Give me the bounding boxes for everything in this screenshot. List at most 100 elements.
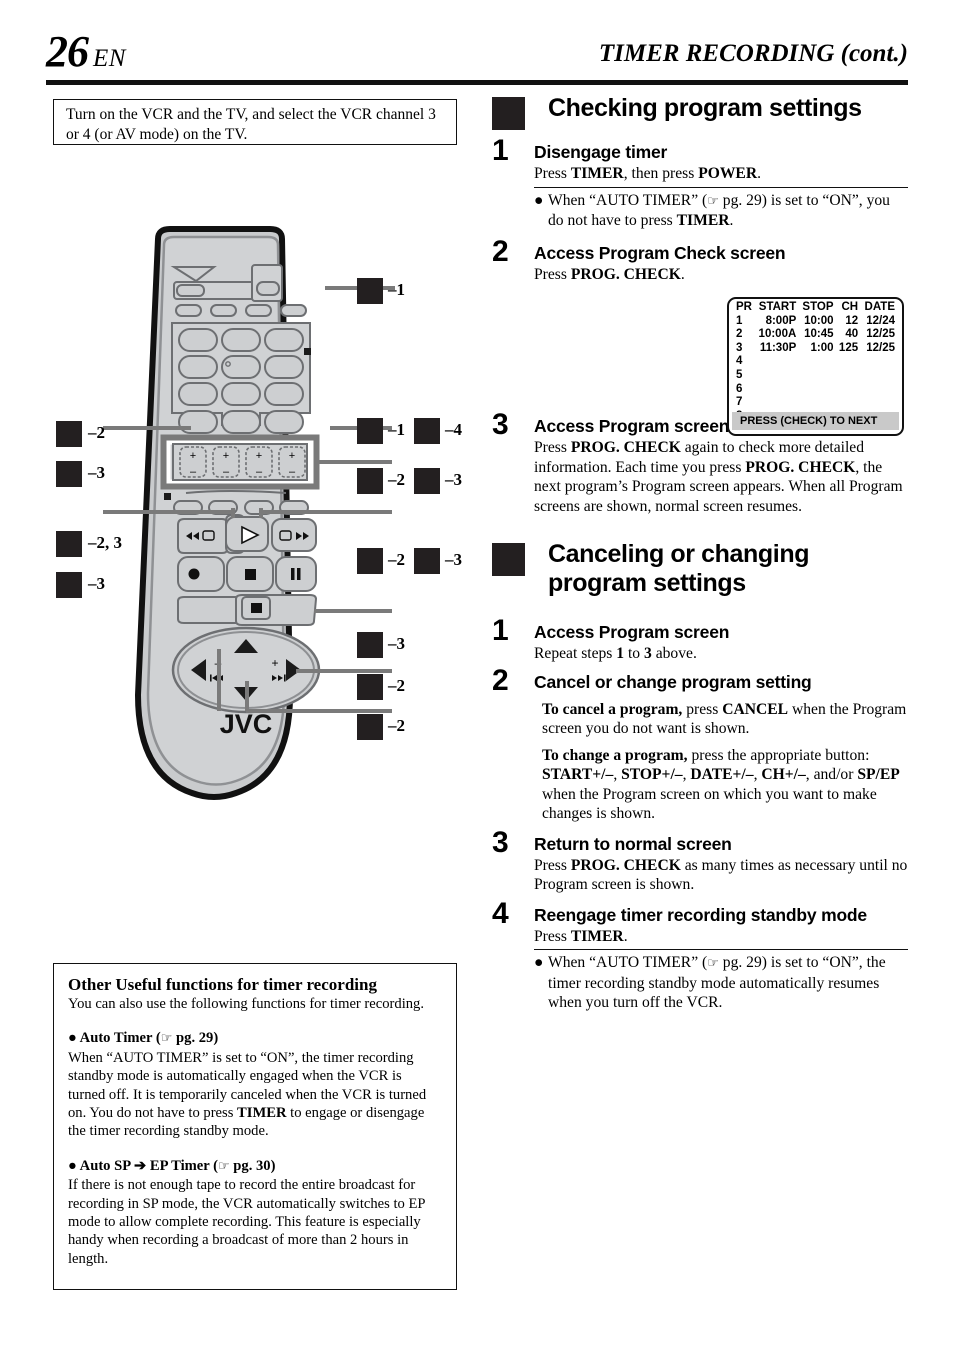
section-header-canceling: Canceling or changing program settings: [492, 540, 908, 598]
useful-item-1-body: When “AUTO TIMER” is set to “ON”, the ti…: [68, 1049, 427, 1140]
callout-right-3b-label: –3: [445, 550, 462, 569]
step-number: 2: [492, 663, 509, 697]
step-title: Disengage timer: [534, 142, 668, 162]
table-row: 5: [736, 368, 743, 381]
callout-left-2-label: –2: [88, 423, 105, 442]
step-title: Reengage timer recording standby mode: [534, 904, 867, 925]
leader-line-wide-btn: [314, 609, 392, 613]
table-row: 6: [736, 382, 743, 395]
manual-page: 26 EN TIMER RECORDING (cont.) Turn on the…: [0, 0, 954, 1349]
program-check-screen: PR START STOP CH DATE 1 8:00P 10:00 12 12/24…: [727, 297, 904, 436]
callout-right-2-label: –2: [388, 470, 405, 489]
step-cancel-2: 2 Cancel or change program setting To ca…: [492, 665, 908, 824]
table-row: 4: [736, 355, 743, 368]
step-cancel-1: 1 Access Program screen Repeat steps 1 t…: [492, 616, 908, 664]
col-pr: PR: [736, 301, 752, 313]
step-title: Return to normal screen: [534, 833, 732, 854]
table-header-row: PR START STOP CH DATE: [729, 301, 902, 315]
key-ch: CH+/–: [761, 766, 806, 783]
program-check-footer: PRESS (CHECK) TO NEXT: [732, 412, 899, 430]
svg-text:+: +: [256, 450, 262, 462]
page-header: 26 EN TIMER RECORDING (cont.): [46, 28, 908, 82]
note-divider: [534, 186, 908, 188]
step-number: 3: [492, 825, 509, 859]
callout-right-2c-label: –2: [388, 676, 405, 695]
key-cancel: CANCEL: [722, 700, 789, 718]
bullet-dot-icon: ●: [534, 191, 544, 209]
svg-text:+: +: [271, 656, 278, 670]
table-row: 2 10:00A 10:45 40 12/25: [736, 328, 895, 341]
leader-line-left-2: [103, 426, 191, 430]
step-note: ● When “AUTO TIMER” (☞ pg. 29) is set to …: [534, 191, 890, 230]
step-number: 1: [492, 614, 509, 647]
step-body: Press TIMER.: [534, 927, 628, 945]
leader-tick-nav-up: [217, 649, 221, 711]
useful-item-2-body: If there is not enough tape to record th…: [68, 1177, 425, 1267]
section-bullet-block-icon: [492, 543, 525, 576]
setup-note-box: Turn on the VCR and the TV, and select t…: [53, 99, 457, 145]
key-prog-check: PROG. CHECK: [570, 265, 681, 283]
svg-text:+: +: [289, 450, 295, 462]
svg-text:+: +: [223, 450, 229, 462]
step-note: ● When “AUTO TIMER” (☞ pg. 29) is set to …: [534, 954, 886, 1011]
col-ch: CH: [841, 301, 859, 313]
other-useful-functions-box: Other Useful functions for timer recordi…: [53, 963, 457, 1290]
section-title-checking: Checking program settings: [548, 94, 862, 122]
pointing-hand-icon: ☞: [218, 1158, 230, 1174]
table-row: 3 11:30P 1:00 125 12/25: [736, 341, 895, 354]
page-title-text: TIMER RECORDING: [598, 40, 835, 67]
callout-right-1-top-label: –1: [388, 280, 405, 299]
pointing-hand-icon: ☞: [160, 1031, 173, 1047]
col-stop: STOP: [802, 301, 834, 313]
step-title: Access Program screen: [534, 622, 730, 642]
col-start: START: [758, 301, 797, 313]
bullet-dot-icon: ●: [68, 1030, 77, 1047]
leader-tick-b: [259, 508, 263, 518]
step-body-cancel-program: To cancel a program, press CANCEL when t…: [542, 700, 907, 738]
key-date: DATE+/–: [690, 766, 754, 783]
step-number: 2: [492, 234, 509, 268]
useful-box-title: Other Useful functions for timer recordi…: [68, 975, 377, 994]
callout-left-3b-label: –3: [88, 574, 105, 593]
step-number: 4: [492, 896, 509, 930]
page-number-value: 26: [46, 27, 89, 76]
step-number: 3: [492, 408, 509, 441]
key-stop: STOP+/–: [621, 766, 683, 783]
page-language-code: EN: [93, 45, 126, 72]
svg-text:–: –: [289, 466, 296, 478]
section-title-canceling: Canceling or changing program settings: [548, 540, 810, 597]
leader-tick-a: [231, 508, 235, 518]
setup-note-text: Turn on the VCR and the TV, and select t…: [66, 106, 436, 143]
leader-line-nav-down: [246, 709, 392, 713]
step-body: Press PROG. CHECK again to check more de…: [534, 439, 903, 515]
bullet-dot-icon: ●: [68, 1157, 77, 1174]
step-body: Press TIMER, then press POWER.: [534, 165, 762, 182]
step-number: 1: [492, 134, 509, 167]
step-body-change-program: To change a program, press the appropria…: [542, 746, 900, 823]
bullet-dot-icon: ●: [534, 954, 544, 971]
step-body: Repeat steps 1 to 3 above.: [534, 645, 697, 662]
step-check-1: 1 Disengage timer Press TIMER, then pres…: [492, 136, 908, 231]
callout-left-3-label: –3: [88, 463, 105, 482]
step-title: Access Program Check screen: [534, 242, 786, 263]
section-header-checking: Checking program settings: [492, 94, 908, 132]
step-cancel-4: 4 Reengage timer recording standby mode …: [492, 898, 908, 1013]
step-title: Cancel or change program setting: [534, 671, 812, 692]
leader-line-left-23: [103, 510, 233, 514]
callout-right-2b-label: –2: [388, 550, 405, 569]
note-divider: [534, 949, 908, 950]
callout-right-3c-label: –3: [388, 634, 405, 653]
callout-left-23-label: –2, 3: [88, 533, 122, 552]
right-column: Checking program settings 1 Disengage ti…: [492, 94, 908, 1013]
section-bullet-block-icon: [492, 97, 525, 130]
useful-item-1-label: ● Auto Timer (☞ pg. 29): [68, 1030, 219, 1047]
page-number: 26 EN: [46, 28, 126, 83]
useful-box-intro: You can also use the following functions…: [68, 996, 424, 1012]
header-divider: [46, 80, 908, 85]
key-timer: TIMER: [570, 165, 624, 182]
table-row: 7: [736, 396, 743, 409]
col-date: DATE: [864, 301, 895, 313]
pointing-hand-icon: ☞: [707, 193, 719, 209]
jvc-logo: JVC: [220, 709, 273, 739]
leader-line-plusminus: [314, 460, 392, 464]
